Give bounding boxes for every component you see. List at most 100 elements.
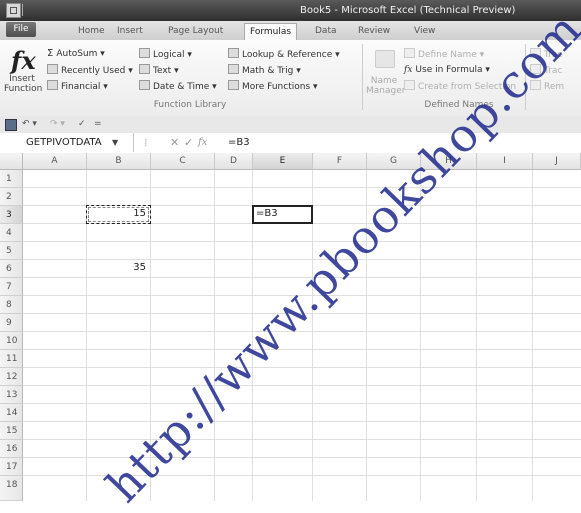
insert-function-label-1: Insert [9, 74, 35, 84]
row-header-9[interactable]: 9 [0, 314, 23, 332]
select-all-corner[interactable] [0, 153, 23, 170]
formula-input[interactable]: =B3 [206, 133, 581, 152]
more-functions-button[interactable]: More Functions ▾ [228, 80, 318, 93]
row-header-1[interactable]: 1 [0, 170, 23, 188]
row-header-2[interactable]: 2 [0, 188, 23, 206]
math-trig-label: Math & Trig [242, 66, 294, 76]
name-box-dropdown-icon[interactable]: ▼ [112, 133, 124, 152]
gridline [23, 439, 581, 440]
financial-button[interactable]: Financial ▾ [47, 80, 108, 93]
text-label: Text [153, 66, 172, 76]
autosum-label: AutoSum [56, 49, 98, 59]
gridline [214, 170, 215, 501]
use-in-formula-label: Use in Formula [415, 65, 483, 75]
cell-b3[interactable]: 15 [88, 208, 146, 219]
star-book-icon [47, 64, 58, 74]
customize-qat-icon[interactable]: = [94, 119, 102, 129]
logical-button[interactable]: Logical ▾ [139, 48, 192, 61]
text-book-icon [139, 64, 150, 74]
row-header-14[interactable]: 14 [0, 404, 23, 422]
row-header-6[interactable]: 6 [0, 260, 23, 278]
more-functions-label: More Functions [242, 82, 311, 92]
name-manager-label-1: Name [370, 76, 398, 86]
define-name-icon [404, 48, 415, 58]
row-header-13[interactable]: 13 [0, 386, 23, 404]
column-header-e[interactable]: E [253, 153, 313, 170]
text-button[interactable]: Text ▾ [139, 64, 179, 77]
more-functions-book-icon [228, 80, 239, 90]
tab-review[interactable]: Review [358, 24, 390, 39]
insert-function-button[interactable]: fx Insert Function [4, 42, 42, 100]
spelling-icon[interactable]: ✓ [78, 119, 86, 129]
row-header-16[interactable]: 16 [0, 440, 23, 458]
row-header-7[interactable]: 7 [0, 278, 23, 296]
lookup-reference-button[interactable]: Lookup & Reference ▾ [228, 48, 340, 61]
name-manager-label-2: Manager [366, 86, 406, 96]
row-header-5[interactable]: 5 [0, 242, 23, 260]
tab-formulas[interactable]: Formulas [244, 23, 298, 41]
column-header-b[interactable]: B [87, 153, 151, 170]
gridline [23, 349, 581, 350]
title-separator [22, 4, 23, 16]
date-time-button[interactable]: Date & Time ▾ [139, 80, 217, 93]
name-manager-button[interactable]: Name Manager [366, 44, 406, 102]
define-name-button[interactable]: Define Name ▾ [404, 48, 484, 61]
gridline [23, 457, 581, 458]
ribbon-tab-strip: File Home Insert Page Layout Formulas Da… [0, 21, 581, 41]
row-header-18[interactable]: 18 [0, 476, 23, 501]
file-menu-button[interactable]: File [6, 22, 36, 37]
row-header-8[interactable]: 8 [0, 296, 23, 314]
lookup-book-icon [228, 48, 239, 58]
financial-label: Financial [61, 82, 101, 92]
column-header-f[interactable]: F [313, 153, 367, 170]
row-header-11[interactable]: 11 [0, 350, 23, 368]
recently-used-button[interactable]: Recently Used ▾ [47, 64, 133, 77]
tab-view[interactable]: View [414, 24, 435, 39]
cell-b6[interactable]: 35 [88, 262, 146, 273]
enter-formula-icon[interactable]: ✓ [184, 135, 193, 150]
column-header-j[interactable]: J [533, 153, 581, 170]
column-header-c[interactable]: C [151, 153, 215, 170]
redo-icon[interactable]: ↷ ▾ [50, 119, 65, 129]
function-library-group-label: Function Library [153, 100, 227, 110]
tab-insert[interactable]: Insert [117, 24, 143, 39]
tab-data[interactable]: Data [315, 24, 337, 39]
fx-icon: fx [11, 46, 36, 75]
row-header-10[interactable]: 10 [0, 332, 23, 350]
cell-e3-active[interactable]: =B3 [252, 205, 313, 224]
calendar-book-icon [139, 80, 150, 90]
row-header-15[interactable]: 15 [0, 422, 23, 440]
excel-app-icon[interactable] [6, 3, 21, 18]
math-book-icon [228, 64, 239, 74]
gridline [23, 385, 581, 386]
gridline [23, 403, 581, 404]
use-in-formula-icon: fx [404, 65, 413, 75]
define-name-label: Define Name [418, 50, 477, 60]
row-header-12[interactable]: 12 [0, 368, 23, 386]
logical-book-icon [139, 48, 150, 58]
gridline [420, 170, 421, 501]
tab-page-layout[interactable]: Page Layout [168, 24, 223, 39]
sigma-icon: Σ [47, 48, 54, 59]
column-header-a[interactable]: A [23, 153, 87, 170]
autosum-button[interactable]: Σ AutoSum ▾ [47, 48, 105, 60]
undo-icon[interactable]: ↶ ▾ [22, 119, 37, 129]
formula-bar-separator: ⁞ [144, 136, 148, 149]
math-trig-button[interactable]: Math & Trig ▾ [228, 64, 301, 77]
column-header-i[interactable]: I [477, 153, 533, 170]
lookup-reference-label: Lookup & Reference [242, 50, 333, 60]
use-in-formula-button[interactable]: fx Use in Formula ▾ [404, 64, 490, 76]
financial-book-icon [47, 80, 58, 90]
tab-home[interactable]: Home [78, 24, 105, 39]
save-icon[interactable] [5, 119, 17, 131]
gridline [23, 241, 581, 242]
row-header-17[interactable]: 17 [0, 458, 23, 476]
recently-used-label: Recently Used [61, 66, 126, 76]
group-separator [362, 44, 363, 110]
row-header-3[interactable]: 3 [0, 206, 23, 224]
cancel-formula-icon[interactable]: ✕ [170, 135, 179, 150]
name-manager-icon [375, 50, 395, 68]
row-header-4[interactable]: 4 [0, 224, 23, 242]
create-from-selection-icon [404, 80, 415, 90]
column-header-d[interactable]: D [215, 153, 253, 170]
